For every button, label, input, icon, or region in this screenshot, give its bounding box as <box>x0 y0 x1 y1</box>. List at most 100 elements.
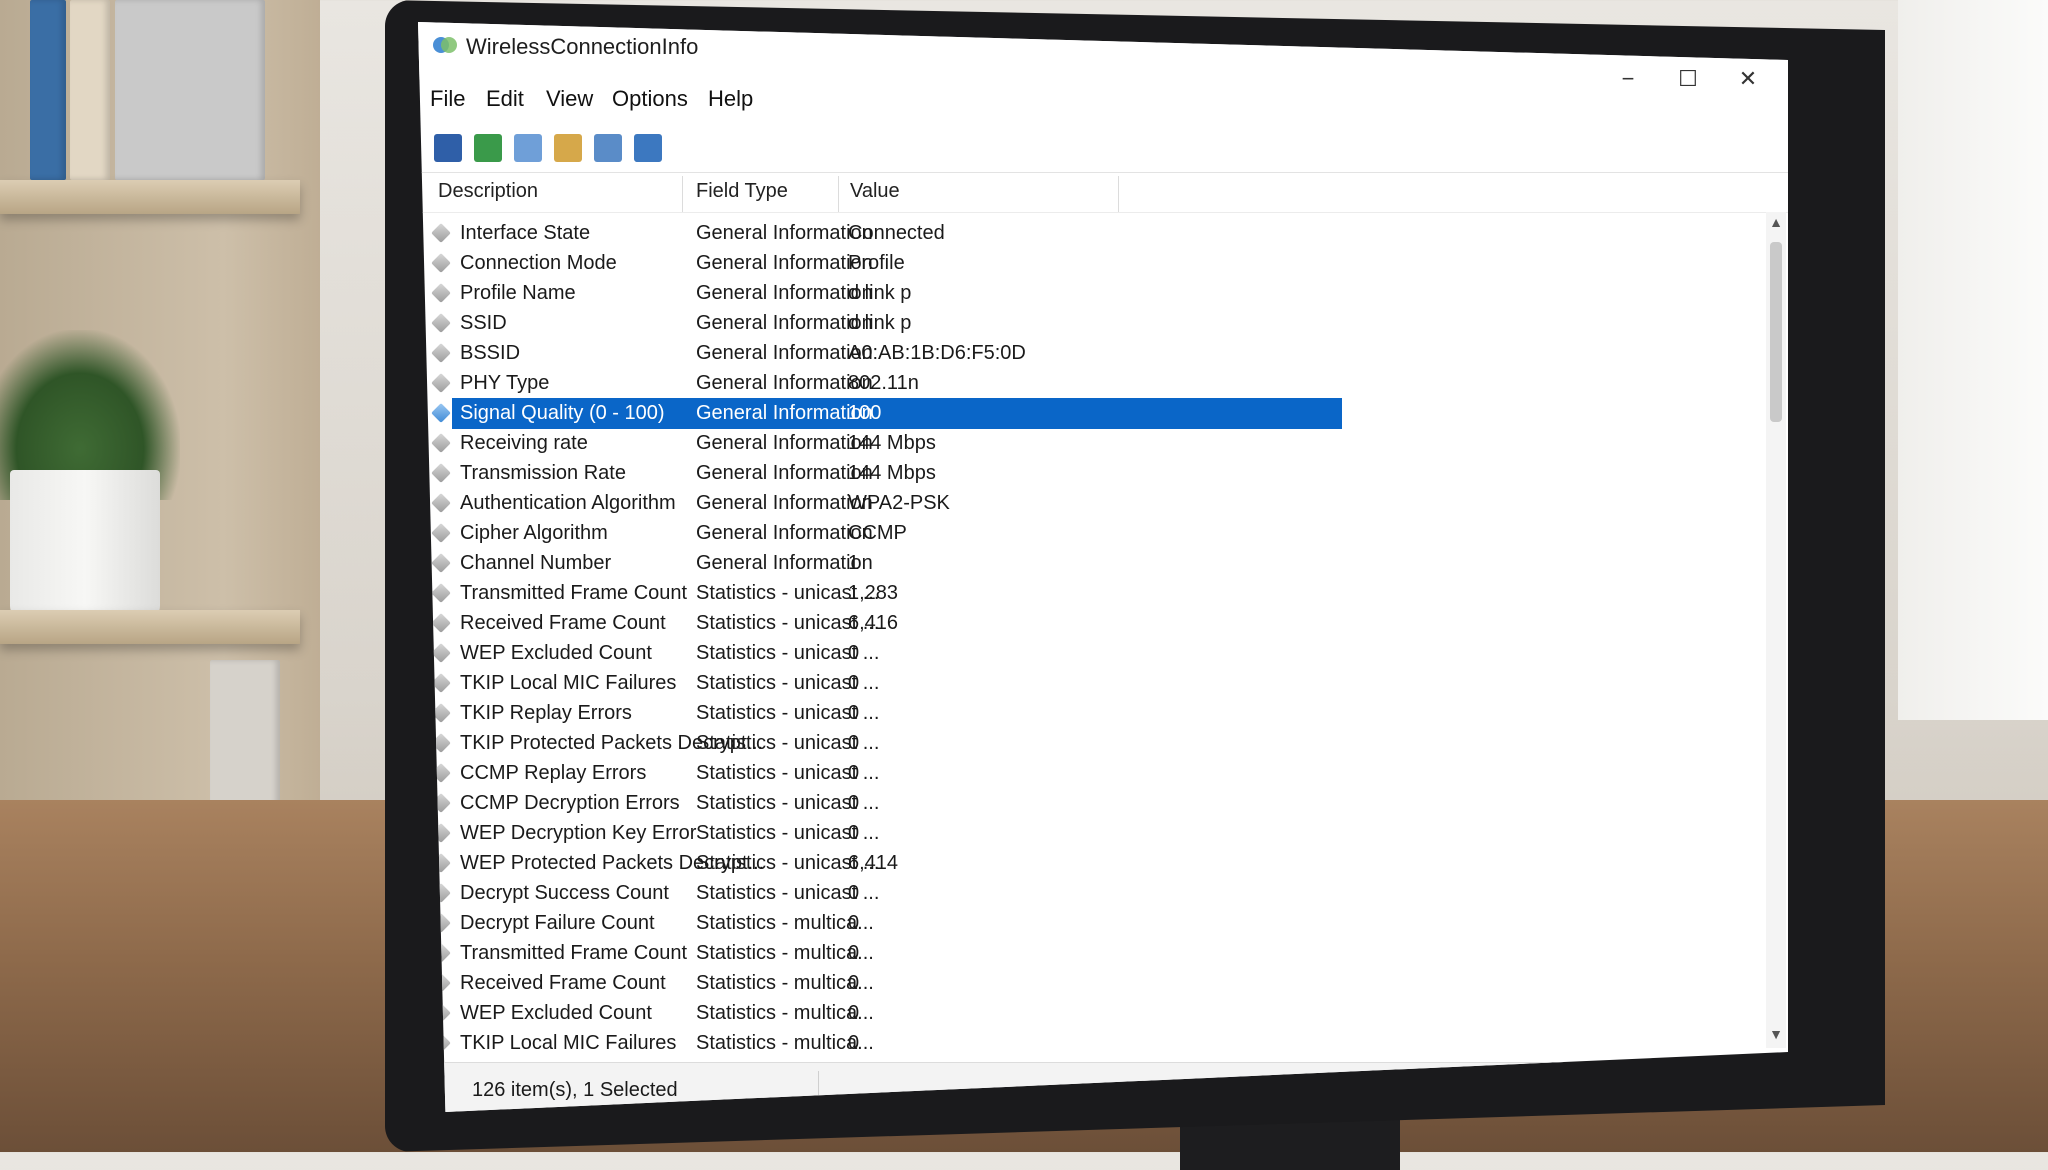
menu-file[interactable]: File <box>430 86 465 112</box>
field-type-cell: General Information <box>696 432 873 454</box>
table-row[interactable]: Transmitted Frame Count Statistics - mult… <box>426 938 1326 969</box>
table-row-selected[interactable]: Signal Quality (0 - 100) General Informat… <box>426 398 1342 429</box>
item-icon <box>431 433 451 453</box>
menu-options[interactable]: Options <box>612 86 688 112</box>
scroll-thumb[interactable] <box>1770 242 1782 422</box>
table-row[interactable]: WEP Excluded Count Statistics - unicast .… <box>426 638 1326 669</box>
item-icon <box>431 463 451 483</box>
status-text: 126 item(s), 1 Selected <box>472 1079 678 1101</box>
value-cell: 0 <box>848 792 860 814</box>
value-cell: 0 <box>848 1002 860 1024</box>
book-spine <box>70 0 110 180</box>
column-divider[interactable] <box>682 176 683 212</box>
table-row[interactable]: TKIP Local MIC Failures Statistics - unic… <box>426 668 1326 699</box>
value-cell: CCMP <box>848 522 907 544</box>
menu-view[interactable]: View <box>546 86 593 112</box>
table-row[interactable]: Receiving rate General Information 144 Mbp… <box>426 428 1326 459</box>
properties-icon[interactable] <box>554 134 582 162</box>
table-row[interactable]: SSID General Information d link p <box>426 308 1326 339</box>
html-report-icon[interactable] <box>594 134 622 162</box>
menu-bar: File Edit View Options Help <box>418 78 1788 122</box>
shelf-board <box>0 180 300 214</box>
table-row[interactable]: Connection Mode General Information Profil… <box>426 248 1326 279</box>
item-icon <box>431 643 451 663</box>
description-cell: TKIP Replay Errors <box>460 702 632 724</box>
menu-help[interactable]: Help <box>708 86 753 112</box>
column-header-description[interactable]: Description <box>438 180 538 203</box>
description-cell: Profile Name <box>460 282 576 304</box>
value-cell: 1 <box>848 552 860 574</box>
value-cell: 1,283 <box>848 582 899 604</box>
column-header-value[interactable]: Value <box>850 180 900 203</box>
value-cell: A0:AB:1B:D6:F5:0D <box>848 342 1026 364</box>
value-cell: 0 <box>848 1032 860 1054</box>
description-cell: Transmitted Frame Count <box>460 582 688 604</box>
table-row[interactable]: Authentication Algorithm General Informat… <box>426 488 1326 519</box>
description-cell: Decrypt Failure Count <box>460 912 655 934</box>
exit-icon[interactable] <box>634 134 662 162</box>
table-row[interactable]: WEP Excluded Count Statistics - multica..… <box>426 998 1326 1029</box>
save-icon[interactable] <box>434 134 462 162</box>
value-cell: 0 <box>848 882 860 904</box>
value-cell: d link p <box>848 282 912 304</box>
scroll-down-icon[interactable]: ▼ <box>1766 1026 1786 1046</box>
window-light <box>1898 0 2048 720</box>
item-icon <box>431 493 451 513</box>
table-row[interactable]: Received Frame Count Statistics - multica… <box>426 968 1326 999</box>
description-cell: BSSID <box>460 342 521 364</box>
description-cell: WEP Excluded Count <box>460 642 652 664</box>
table-row[interactable]: WEP Decryption Key Error Statistics - uni… <box>426 818 1326 849</box>
vertical-scrollbar[interactable]: ▲ ▼ <box>1766 212 1786 1048</box>
table-row[interactable]: Transmission Rate General Information 144 … <box>426 458 1326 489</box>
value-cell: 0 <box>848 942 860 964</box>
value-cell: Profile <box>848 252 905 274</box>
item-icon <box>431 223 451 243</box>
description-cell: Interface State <box>460 222 591 244</box>
copy-icon[interactable] <box>514 134 542 162</box>
value-cell: 100 <box>848 402 882 424</box>
table-row[interactable]: CCMP Decryption Errors Statistics - unica… <box>426 788 1326 819</box>
plant-pot <box>10 470 160 620</box>
value-cell: 144 Mbps <box>848 432 936 454</box>
table-row[interactable]: TKIP Replay Errors Statistics - unicast .… <box>426 698 1326 729</box>
column-header-field-type[interactable]: Field Type <box>696 180 788 203</box>
value-cell: 802.11n <box>848 372 919 394</box>
item-icon <box>431 343 451 363</box>
field-type-cell: General Information <box>696 342 873 364</box>
value-cell: 6,414 <box>848 852 899 874</box>
table-row[interactable]: CCMP Replay Errors Statistics - unicast .… <box>426 758 1326 789</box>
shelf-board <box>0 610 300 644</box>
field-type-cell: General Information <box>696 522 873 544</box>
description-cell: CCMP Replay Errors <box>460 762 647 784</box>
item-icon <box>431 283 451 303</box>
value-cell: 0 <box>848 732 860 754</box>
table-row[interactable]: BSSID General Information A0:AB:1B:D6:F5:0… <box>426 338 1326 369</box>
window-title: WirelessConnectionInfo <box>466 34 699 59</box>
table-row[interactable]: Interface State General Information Connec… <box>426 218 1326 249</box>
description-cell: TKIP Local MIC Failures <box>460 1032 677 1054</box>
column-divider[interactable] <box>838 176 839 212</box>
menu-edit[interactable]: Edit <box>486 86 524 112</box>
app-window: WirelessConnectionInfo − ☐ ✕ File Edit V… <box>418 22 1788 1112</box>
refresh-icon[interactable] <box>474 134 502 162</box>
item-icon <box>431 253 451 273</box>
table-row[interactable]: Transmitted Frame Count Statistics - unic… <box>426 578 1326 609</box>
table-row[interactable]: Profile Name General Information d link p <box>426 278 1326 309</box>
scroll-up-icon[interactable]: ▲ <box>1766 214 1786 234</box>
table-row[interactable]: TKIP Protected Packets Decrypt... Statist… <box>426 728 1326 759</box>
item-icon <box>431 313 451 333</box>
table-row[interactable]: WEP Protected Packets Decrypt... Statisti… <box>426 848 1326 879</box>
table-row[interactable]: PHY Type General Information 802.11n <box>426 368 1326 399</box>
column-divider[interactable] <box>1118 176 1119 212</box>
table-row[interactable]: Channel Number General Information 1 <box>426 548 1326 579</box>
table-row[interactable]: Decrypt Success Count Statistics - unicas… <box>426 878 1326 909</box>
description-cell: Received Frame Count <box>460 972 666 994</box>
table-row[interactable]: Cipher Algorithm General Information CCMP <box>426 518 1326 549</box>
table-row[interactable]: Decrypt Failure Count Statistics - multic… <box>426 908 1326 939</box>
table-row[interactable]: Received Frame Count Statistics - unicast… <box>426 608 1326 639</box>
book-spine <box>115 0 265 180</box>
description-cell: Connection Mode <box>460 252 617 274</box>
book-spine <box>30 0 66 180</box>
table-row[interactable]: TKIP Local MIC Failures Statistics - mult… <box>426 1028 1326 1059</box>
field-type-cell: General Information <box>696 492 873 514</box>
